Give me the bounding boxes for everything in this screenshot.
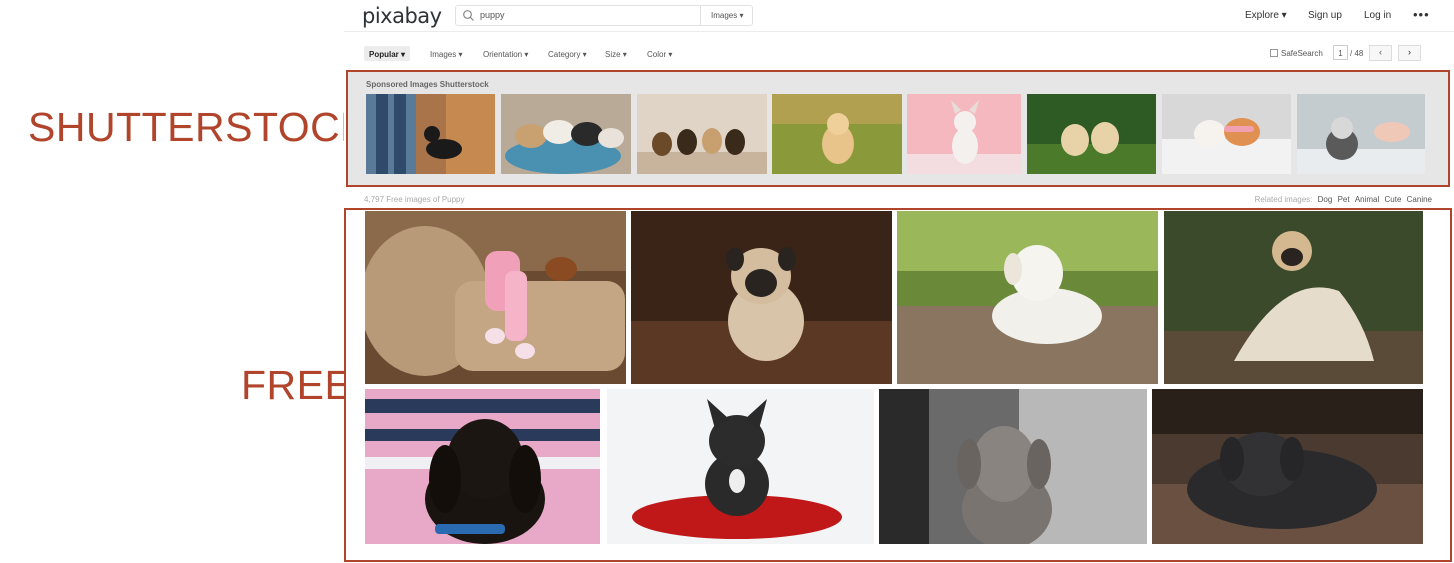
filter-size[interactable]: Size ▾ bbox=[600, 46, 632, 61]
photo-result[interactable] bbox=[1164, 211, 1423, 384]
results-count: 4,797 Free images of Puppy bbox=[364, 195, 465, 204]
photo-result[interactable] bbox=[365, 211, 626, 384]
filter-orientation[interactable]: Orientation ▾ bbox=[478, 46, 533, 61]
photo-result[interactable] bbox=[631, 211, 892, 384]
search-type-dropdown[interactable]: Images ▾ bbox=[700, 6, 752, 25]
related-tag[interactable]: Animal bbox=[1355, 195, 1379, 204]
pixabay-page: pixabay puppy Images ▾ Explore ▾ Sign up… bbox=[344, 0, 1454, 563]
explore-menu[interactable]: Explore ▾ bbox=[1245, 10, 1287, 21]
related-images: Related images: Dog Pet Animal Cute Cani… bbox=[1255, 195, 1432, 204]
safesearch-toggle[interactable]: SafeSearch bbox=[1270, 49, 1323, 58]
sponsored-thumb[interactable] bbox=[1297, 94, 1425, 174]
filter-category[interactable]: Category ▾ bbox=[543, 46, 592, 61]
sponsored-thumb[interactable] bbox=[637, 94, 767, 174]
sponsored-title: Sponsored Images Shutterstock bbox=[366, 80, 489, 89]
search-input[interactable]: puppy bbox=[480, 10, 505, 20]
signup-link[interactable]: Sign up bbox=[1308, 10, 1342, 21]
login-link[interactable]: Log in bbox=[1364, 10, 1391, 21]
search-icon bbox=[463, 10, 474, 21]
filter-popular[interactable]: Popular ▾ bbox=[364, 46, 411, 61]
photo-result[interactable] bbox=[879, 389, 1147, 544]
sponsored-thumb[interactable] bbox=[1162, 94, 1291, 174]
prev-page-button[interactable]: ‹ bbox=[1369, 45, 1392, 61]
safesearch-label: SafeSearch bbox=[1281, 49, 1323, 58]
sponsored-thumb[interactable] bbox=[366, 94, 495, 174]
sponsored-thumb[interactable] bbox=[501, 94, 631, 174]
shutterstock-annotation: SHUTTERSTOCK bbox=[28, 104, 369, 150]
related-tag[interactable]: Canine bbox=[1407, 195, 1432, 204]
top-header: pixabay puppy Images ▾ Explore ▾ Sign up… bbox=[344, 0, 1454, 32]
related-tag[interactable]: Cute bbox=[1385, 195, 1402, 204]
pixabay-logo[interactable]: pixabay bbox=[362, 4, 442, 28]
page-indicator: 1/ 48 bbox=[1333, 45, 1363, 60]
related-tag[interactable]: Dog bbox=[1318, 195, 1333, 204]
filter-bar: Popular ▾ Images ▾ Orientation ▾ Categor… bbox=[344, 43, 1454, 63]
photo-result[interactable] bbox=[1152, 389, 1423, 544]
more-menu-icon[interactable]: ••• bbox=[1413, 7, 1430, 22]
sponsored-thumb[interactable] bbox=[1027, 94, 1156, 174]
photo-result[interactable] bbox=[897, 211, 1158, 384]
free-results-section bbox=[344, 208, 1452, 562]
search-bar[interactable]: puppy Images ▾ bbox=[455, 5, 753, 26]
photo-result[interactable] bbox=[365, 389, 600, 544]
filter-color[interactable]: Color ▾ bbox=[642, 46, 677, 61]
sponsored-section: Sponsored Images Shutterstock bbox=[346, 70, 1450, 187]
page-total: / 48 bbox=[1350, 49, 1364, 58]
next-page-button[interactable]: › bbox=[1398, 45, 1421, 61]
safesearch-checkbox[interactable] bbox=[1270, 49, 1278, 57]
page-number-input[interactable]: 1 bbox=[1333, 45, 1348, 60]
related-tag[interactable]: Pet bbox=[1338, 195, 1350, 204]
sponsored-thumb[interactable] bbox=[907, 94, 1021, 174]
photo-result[interactable] bbox=[607, 389, 874, 544]
sponsored-thumb[interactable] bbox=[772, 94, 902, 174]
filter-images[interactable]: Images ▾ bbox=[425, 46, 467, 61]
related-label: Related images: bbox=[1254, 195, 1313, 204]
free-annotation: FREE bbox=[241, 362, 353, 408]
